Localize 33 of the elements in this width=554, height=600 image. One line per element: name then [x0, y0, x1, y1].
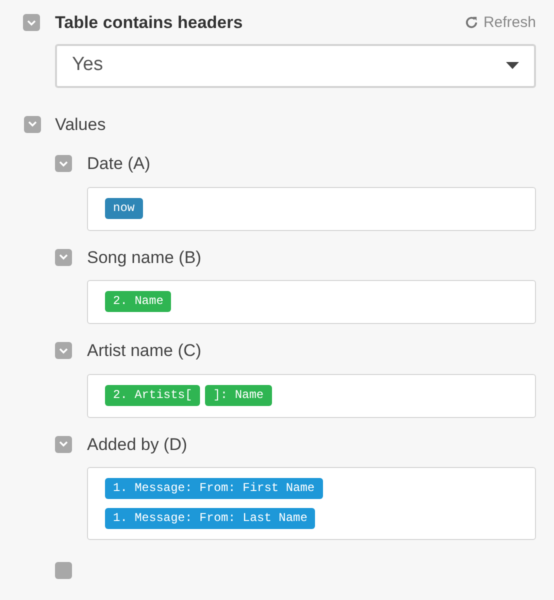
- chevron-down-icon: [27, 20, 36, 26]
- collapse-toggle[interactable]: [24, 116, 41, 133]
- collapse-toggle[interactable]: [23, 14, 40, 32]
- chevron-down-icon: [28, 121, 37, 128]
- collapse-toggle[interactable]: [55, 155, 72, 172]
- refresh-button[interactable]: Refresh: [465, 12, 536, 34]
- chevron-down-icon: [59, 254, 68, 260]
- field-label: Added by (D): [87, 434, 188, 456]
- section-label: Values: [55, 114, 106, 136]
- mapping-tag[interactable]: 2. Artists[: [105, 384, 200, 406]
- caret-down-icon: [506, 62, 519, 70]
- field-label: Artist name (C): [87, 340, 202, 362]
- value-field[interactable]: 2. Artists[ ]: Name: [87, 374, 536, 418]
- mapping-tag[interactable]: 2. Name: [105, 291, 172, 312]
- select-dropdown[interactable]: Yes: [55, 44, 536, 88]
- value-field[interactable]: 2. Name: [87, 280, 536, 324]
- value-field[interactable]: now: [87, 186, 536, 230]
- collapse-toggle[interactable]: [55, 342, 72, 360]
- collapse-toggle[interactable]: [55, 248, 72, 266]
- chevron-down-icon: [59, 441, 68, 448]
- chevron-down-icon: [59, 160, 68, 167]
- collapse-toggle[interactable]: [55, 436, 72, 453]
- field-label: Song name (B): [87, 246, 202, 268]
- collapse-toggle[interactable]: [55, 562, 72, 579]
- mapping-tag[interactable]: ]: Name: [205, 384, 272, 406]
- section-title: Table contains headers: [55, 12, 243, 34]
- value-field[interactable]: 1. Message: From: First Name 1. Message: From: Last Name: [87, 467, 536, 540]
- mapping-tag[interactable]: 1. Message: From: First Name: [105, 478, 323, 499]
- mapping-tag[interactable]: 1. Message: From: Last Name: [105, 508, 316, 529]
- chevron-down-icon: [59, 348, 68, 354]
- field-label: Date (A): [87, 153, 150, 175]
- mapping-tag[interactable]: now: [105, 198, 143, 218]
- refresh-icon: [465, 16, 478, 30]
